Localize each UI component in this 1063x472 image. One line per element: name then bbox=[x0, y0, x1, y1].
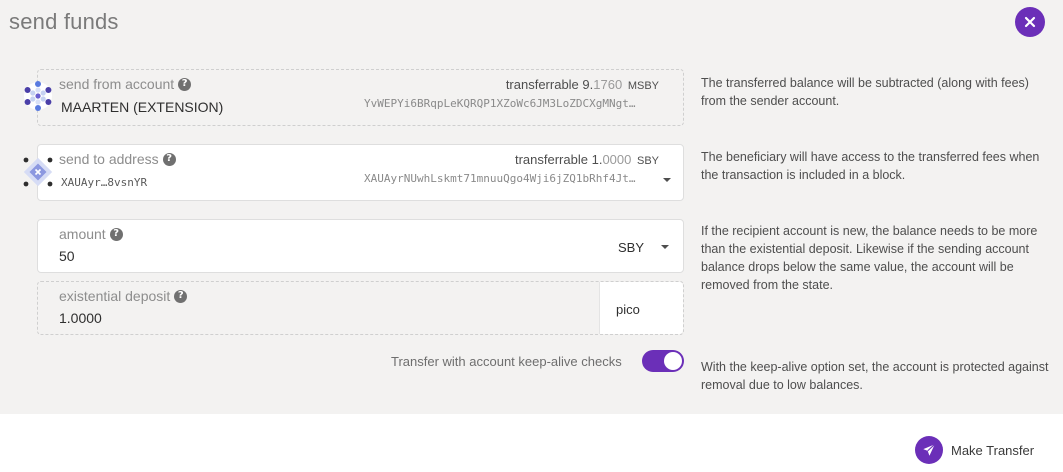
sender-identicon bbox=[24, 81, 52, 111]
send-to-label: send to address bbox=[59, 151, 159, 167]
send-from-account-name: MAARTEN (EXTENSION) bbox=[61, 99, 224, 115]
keep-alive-label: Transfer with account keep-alive checks bbox=[391, 354, 622, 369]
existential-value: 1.0000 bbox=[59, 310, 102, 326]
help-icon[interactable]: ? bbox=[174, 289, 188, 303]
modal-title: send funds bbox=[9, 9, 119, 34]
make-transfer-label: Make Transfer bbox=[951, 442, 1035, 458]
send-from-account-field: send from account ? transferrable 9.1760… bbox=[37, 69, 684, 126]
existential-deposit-field: existential deposit ? 1.0000 pico bbox=[37, 281, 684, 335]
close-button[interactable] bbox=[1015, 7, 1045, 37]
modal-body bbox=[0, 0, 1063, 414]
existential-label: existential deposit bbox=[59, 288, 171, 304]
amount-label: amount bbox=[59, 226, 106, 242]
balance-label: transferrable bbox=[505, 77, 579, 92]
amount-label-row: amount ? bbox=[59, 226, 123, 242]
chevron-down-icon[interactable] bbox=[661, 245, 669, 249]
balance-decimals: 1760 bbox=[593, 77, 623, 92]
balance-int: 9. bbox=[582, 77, 594, 92]
make-transfer-button[interactable]: Make Transfer bbox=[915, 435, 1034, 465]
existential-unit: pico bbox=[616, 302, 640, 317]
balance-decimals: 0000 bbox=[602, 152, 632, 167]
amount-unit-select[interactable]: SBY bbox=[618, 240, 644, 255]
help-text-to: The beneficiary will have access to the … bbox=[701, 150, 1040, 182]
amount-unit: SBY bbox=[618, 240, 645, 255]
close-icon bbox=[1024, 16, 1036, 28]
send-to-address: XAUAyrNUwhLskmt71mnuuQgo4Wji6jZQ1bRhf4Jt… bbox=[364, 172, 636, 185]
send-to-label-row: send to address ? bbox=[59, 151, 176, 167]
send-to-account-short: XAUAyr…8vsnYR bbox=[61, 176, 148, 189]
existential-unit-box: pico bbox=[599, 282, 683, 334]
send-from-label: send from account bbox=[59, 76, 175, 92]
balance-label: transferrable bbox=[514, 152, 588, 167]
toggle-knob bbox=[664, 352, 682, 370]
help-text-keep-alive: With the keep-alive option set, the acco… bbox=[701, 360, 1049, 392]
amount-field[interactable]: amount ? 50 SBY bbox=[37, 219, 684, 273]
existential-label-row: existential deposit ? bbox=[59, 288, 188, 304]
send-icon bbox=[915, 436, 943, 464]
send-to-address-field[interactable]: send to address ? transferrable 1.0000 S… bbox=[37, 144, 684, 201]
help-text-from: The transferred balance will be subtract… bbox=[701, 76, 1029, 108]
balance-unit: MSBY bbox=[627, 80, 659, 92]
send-from-address: YvWEPYi6BRqpLeKQRQP1XZoWc6JM3LoZDCXgMNgt… bbox=[364, 97, 636, 110]
help-icon[interactable]: ? bbox=[178, 77, 192, 91]
chevron-down-icon[interactable] bbox=[663, 178, 671, 182]
amount-input[interactable]: 50 bbox=[59, 248, 75, 264]
help-text-amount: If the recipient account is new, the bal… bbox=[701, 224, 1038, 292]
balance-int: 1. bbox=[591, 152, 603, 167]
help-icon[interactable]: ? bbox=[162, 152, 176, 166]
keep-alive-toggle[interactable] bbox=[642, 350, 684, 372]
send-from-label-row: send from account ? bbox=[59, 76, 192, 92]
help-icon[interactable]: ? bbox=[109, 227, 123, 241]
send-from-balance: transferrable 9.1760 MSBY bbox=[506, 77, 659, 92]
recipient-identicon bbox=[23, 157, 53, 187]
send-to-balance: transferrable 1.0000 SBY bbox=[515, 152, 659, 167]
balance-unit: SBY bbox=[636, 155, 659, 167]
